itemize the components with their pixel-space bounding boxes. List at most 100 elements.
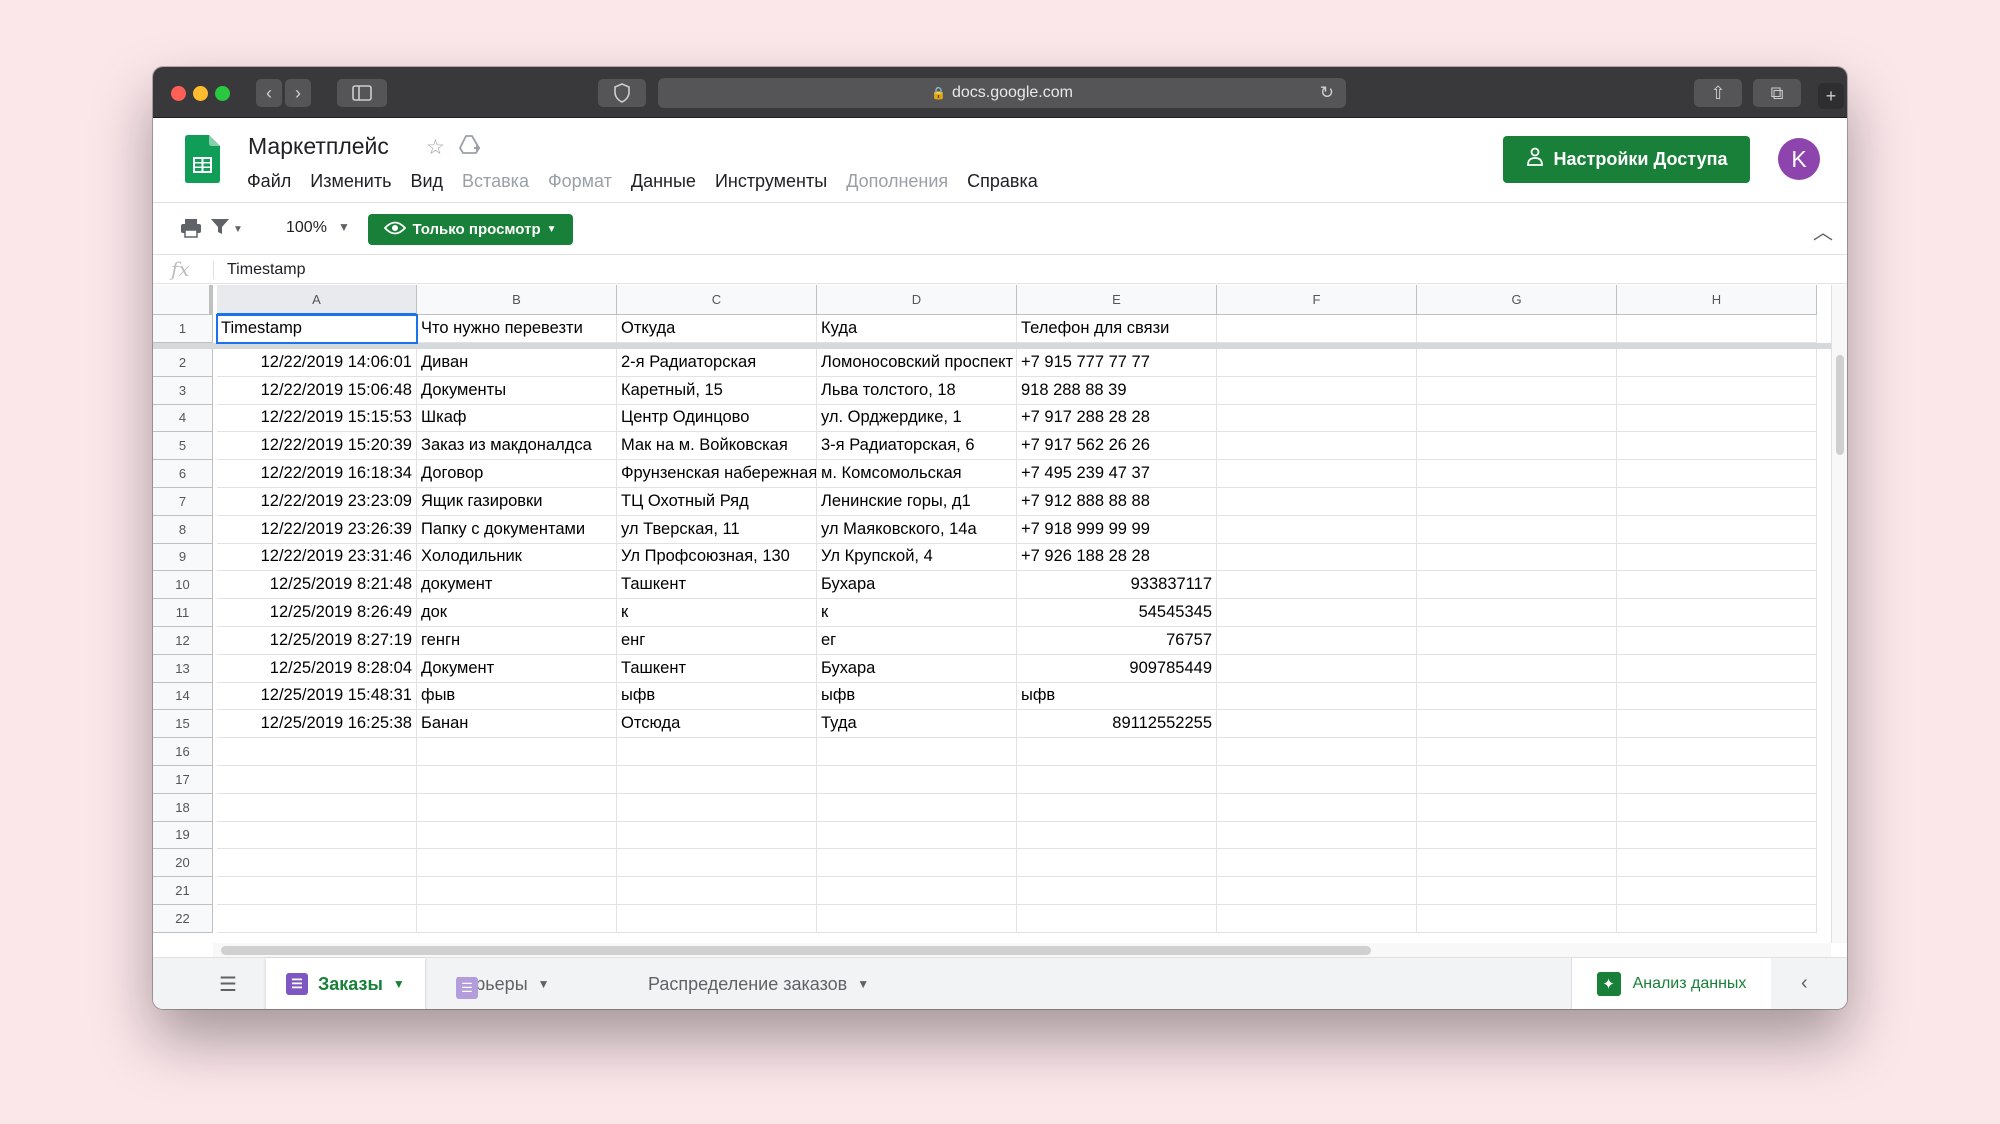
table-cell[interactable]: +7 917 288 28 28 [1017, 404, 1217, 433]
table-cell[interactable]: документ [417, 571, 617, 600]
row-header[interactable]: 19 [153, 821, 213, 850]
table-cell[interactable]: Фрунзенская набережная [617, 460, 817, 488]
horizontal-scroll-thumb[interactable] [221, 946, 1371, 955]
table-cell[interactable]: 2-я Радиаторская [617, 349, 817, 377]
column-header-a[interactable]: A [217, 285, 417, 315]
menu-edit[interactable]: Изменить [310, 171, 391, 192]
table-cell[interactable] [1017, 793, 1217, 822]
menu-help[interactable]: Справка [967, 171, 1038, 192]
table-cell[interactable] [1217, 738, 1417, 766]
table-cell[interactable]: 12/25/2019 8:26:49 [217, 599, 417, 627]
table-cell[interactable] [1417, 543, 1617, 572]
table-cell[interactable] [1217, 376, 1417, 405]
table-cell[interactable] [1417, 404, 1617, 433]
table-cell[interactable]: ыфв [1017, 682, 1217, 711]
column-header-d[interactable]: D [817, 285, 1017, 315]
table-cell[interactable] [1617, 515, 1817, 544]
table-cell[interactable] [1217, 905, 1417, 933]
table-cell[interactable] [217, 877, 417, 905]
table-cell[interactable] [1017, 877, 1217, 905]
table-cell[interactable]: Диван [417, 349, 617, 377]
all-sheets-menu-icon[interactable]: ☰ [219, 972, 237, 997]
table-cell[interactable]: Льва толстого, 18 [817, 376, 1017, 405]
table-cell[interactable] [1217, 627, 1417, 655]
menu-addons[interactable]: Дополнения [846, 171, 948, 192]
table-cell[interactable] [1617, 821, 1817, 850]
table-cell[interactable]: +7 926 188 28 28 [1017, 543, 1217, 572]
table-cell[interactable] [417, 905, 617, 933]
back-button[interactable]: ‹ [256, 79, 282, 107]
table-cell[interactable]: 909785449 [1017, 654, 1217, 683]
header-cell[interactable]: Откуда [617, 315, 817, 343]
table-cell[interactable] [1217, 849, 1417, 878]
star-icon[interactable]: ☆ [426, 135, 445, 161]
menu-tools[interactable]: Инструменты [715, 171, 827, 192]
table-cell[interactable] [417, 849, 617, 878]
table-cell[interactable] [1617, 849, 1817, 878]
table-cell[interactable] [1617, 404, 1817, 433]
table-cell[interactable]: Центр Одинцово [617, 404, 817, 433]
table-cell[interactable]: генгн [417, 627, 617, 655]
reload-icon[interactable]: ↻ [1320, 83, 1334, 103]
table-cell[interactable] [217, 766, 417, 794]
table-cell[interactable] [217, 793, 417, 822]
row-header[interactable]: 16 [153, 738, 213, 766]
menu-view[interactable]: Вид [410, 171, 443, 192]
table-cell[interactable] [617, 877, 817, 905]
table-cell[interactable] [1617, 738, 1817, 766]
table-cell[interactable]: Банан [417, 710, 617, 739]
column-header-e[interactable]: E [1017, 285, 1217, 315]
print-icon[interactable] [180, 218, 202, 244]
table-cell[interactable]: 12/25/2019 16:25:38 [217, 710, 417, 739]
table-cell[interactable]: 12/25/2019 8:21:48 [217, 571, 417, 600]
header-cell[interactable] [1217, 315, 1417, 343]
row-header[interactable]: 5 [153, 432, 213, 461]
column-header-g[interactable]: G [1417, 285, 1617, 315]
table-cell[interactable] [617, 738, 817, 766]
table-cell[interactable] [1417, 682, 1617, 711]
forward-button[interactable]: › [285, 79, 311, 107]
row-header[interactable]: 15 [153, 710, 213, 739]
sheet-tab-couriers[interactable]: ☰ Курьеры ▼ [436, 958, 570, 1009]
table-cell[interactable] [1417, 571, 1617, 600]
table-cell[interactable] [1417, 849, 1617, 878]
menu-format[interactable]: Формат [548, 171, 612, 192]
table-cell[interactable] [1417, 738, 1617, 766]
table-cell[interactable] [1617, 376, 1817, 405]
table-cell[interactable]: Бухара [817, 654, 1017, 683]
row-header[interactable]: 7 [153, 488, 213, 516]
table-cell[interactable] [1617, 460, 1817, 488]
table-cell[interactable] [817, 905, 1017, 933]
table-cell[interactable] [617, 849, 817, 878]
table-cell[interactable] [817, 877, 1017, 905]
header-cell[interactable]: Телефон для связи [1017, 315, 1217, 343]
table-cell[interactable]: Договор [417, 460, 617, 488]
table-cell[interactable] [417, 766, 617, 794]
menu-file[interactable]: Файл [247, 171, 291, 192]
table-cell[interactable] [1217, 460, 1417, 488]
table-cell[interactable] [217, 738, 417, 766]
sheet-tab-caret-icon[interactable]: ▼ [393, 977, 405, 991]
close-window-button[interactable] [171, 86, 186, 101]
table-cell[interactable] [1617, 543, 1817, 572]
table-cell[interactable] [1017, 905, 1217, 933]
table-cell[interactable]: Документы [417, 376, 617, 405]
table-cell[interactable]: 12/22/2019 16:18:34 [217, 460, 417, 488]
table-cell[interactable] [1417, 793, 1617, 822]
document-title[interactable]: Маркетплейс [248, 133, 389, 160]
table-cell[interactable] [817, 766, 1017, 794]
sidebar-button[interactable] [337, 79, 387, 107]
table-cell[interactable] [1217, 571, 1417, 600]
table-cell[interactable]: +7 917 562 26 26 [1017, 432, 1217, 461]
privacy-shield-button[interactable] [598, 79, 646, 107]
table-cell[interactable] [817, 849, 1017, 878]
table-cell[interactable] [1617, 488, 1817, 516]
table-cell[interactable] [1617, 710, 1817, 739]
table-cell[interactable] [1217, 488, 1417, 516]
row-header[interactable]: 4 [153, 404, 213, 433]
row-header[interactable]: 21 [153, 877, 213, 905]
new-tab-button[interactable]: + [1818, 83, 1844, 109]
table-cell[interactable]: ул Тверская, 11 [617, 515, 817, 544]
table-cell[interactable] [1217, 654, 1417, 683]
table-cell[interactable] [1417, 515, 1617, 544]
